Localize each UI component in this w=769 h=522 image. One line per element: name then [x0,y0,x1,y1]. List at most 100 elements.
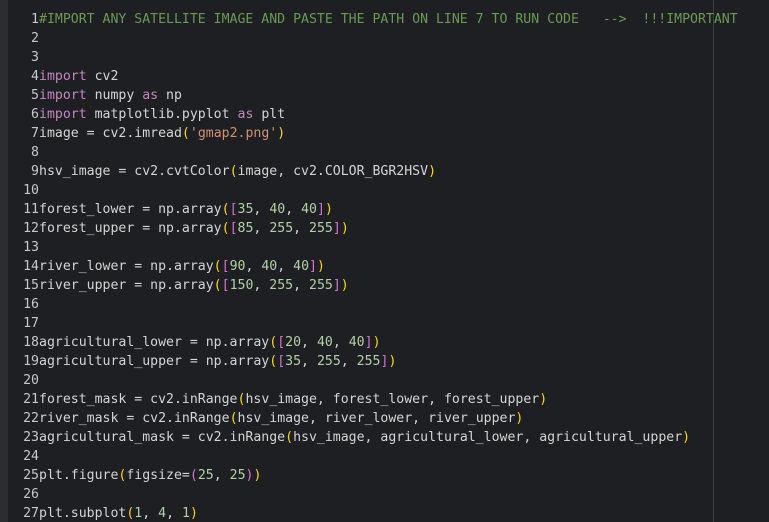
code-token: ( [285,430,294,445]
code-line[interactable]: 8 [10,143,738,162]
code-line[interactable]: 2 [10,29,738,48]
line-text[interactable]: import matplotlib.pyplot as plt [39,107,285,122]
code-token: ) [428,164,437,179]
code-token: ( [269,335,278,350]
code-line[interactable]: 19agricultural_upper = np.array([35, 255… [10,352,738,371]
code-token: [ [277,335,286,350]
code-token: 35 [237,202,254,217]
code-line[interactable]: 25plt.figure(figsize=(25, 25)) [10,466,738,485]
code-token: [ [277,354,286,369]
line-text[interactable]: image = cv2.imread('gmap2.png') [39,126,285,141]
code-line[interactable]: 10 [10,181,738,200]
line-text[interactable]: forest_upper = np.array([85, 255, 255]) [39,221,349,236]
code-token: 1 [181,506,190,521]
line-number: 12 [23,221,39,236]
line-text[interactable]: river_lower = np.array([90, 40, 40]) [39,259,325,274]
code-token: hsv_image, forest_lower, forest_upper [245,392,540,407]
code-line[interactable]: 4import cv2 [10,67,738,86]
line-text[interactable]: agricultural_mask = cv2.inRange(hsv_imag… [39,430,690,445]
code-line[interactable]: 20 [10,371,738,390]
code-token: matplotlib.pyplot [86,107,238,122]
code-token: forest_lower = np.array [39,202,222,217]
code-line[interactable]: 1#IMPORT ANY SATELLITE IMAGE AND PASTE T… [10,10,738,29]
line-number: 18 [23,335,39,350]
code-token: 150 [229,278,254,293]
line-text[interactable]: agricultural_upper = np.array([35, 255, … [39,354,396,369]
code-token: [ [229,202,238,217]
code-editor[interactable]: 1 #IMPORT ANY SATELLITE IMAGE AND PASTE T… [0,0,769,522]
code-token: river_mask = cv2.inRange [39,411,230,426]
code-line[interactable]: 26 [10,485,738,504]
code-token: , [253,202,270,217]
code-token: 255 [269,278,294,293]
code-token: ) [189,506,198,521]
code-token: plt.figure [39,468,119,483]
code-token: 255 [356,354,381,369]
line-text[interactable]: river_mask = cv2.inRange(hsv_image, rive… [39,411,523,426]
code-token: , [166,506,182,521]
code-line[interactable]: 14river_lower = np.array([90, 40, 40]) [10,257,738,276]
code-line[interactable]: 5import numpy as np [10,86,738,105]
code-token: [ [221,259,230,274]
line-text[interactable]: forest_lower = np.array([35, 40, 40]) [39,202,333,217]
code-line[interactable]: 3 [10,48,738,67]
code-line[interactable]: 24 [10,447,738,466]
line-text[interactable]: river_upper = np.array([150, 255, 255]) [39,278,349,293]
line-text[interactable]: hsv_image = cv2.cvtColor(image, cv2.COLO… [39,164,436,179]
code-line[interactable]: 27plt.subplot(1, 4, 1) [10,504,738,522]
code-line[interactable]: 11forest_lower = np.array([35, 40, 40]) [10,200,738,219]
code-token: hsv_image, river_lower, river_upper [237,411,516,426]
code-token: ) [515,411,524,426]
code-token: ] [316,202,325,217]
code-token: import [39,107,87,122]
code-token: ) [324,202,333,217]
code-token: as [237,107,254,122]
code-token: ] [364,335,373,350]
code-token: , [253,278,270,293]
code-token: , [277,259,294,274]
line-number: 6 [31,107,39,122]
code-line[interactable]: 7image = cv2.imread('gmap2.png') [10,124,738,143]
code-token: ] [332,221,341,236]
code-line[interactable]: 12forest_upper = np.array([85, 255, 255]… [10,219,738,238]
code-line[interactable]: 23agricultural_mask = cv2.inRange(hsv_im… [10,428,738,447]
code-token: 40 [348,335,365,350]
code-line[interactable]: 17 [10,314,738,333]
line-text[interactable]: import cv2 [39,69,118,84]
line-text[interactable]: forest_mask = cv2.inRange(hsv_image, for… [39,392,547,407]
code-token: numpy [86,88,143,103]
code-line[interactable]: 16 [10,295,738,314]
code-token: ] [309,259,317,274]
code-line[interactable]: 22river_mask = cv2.inRange(hsv_image, ri… [10,409,738,428]
code-token: ) [539,392,548,407]
code-token: import [39,88,87,103]
line-text[interactable]: import numpy as np [39,88,182,103]
line-text[interactable]: #IMPORT ANY SATELLITE IMAGE AND PASTE TH… [39,12,738,27]
code-token: ( [229,164,238,179]
code-line[interactable]: 21forest_mask = cv2.inRange(hsv_image, f… [10,390,738,409]
code-line[interactable]: 9hsv_image = cv2.cvtColor(image, cv2.COL… [10,162,738,181]
line-text[interactable]: agricultural_lower = np.array([20, 40, 4… [39,335,381,350]
line-text[interactable]: plt.subplot(1, 4, 1) [39,506,198,521]
code-token: import [39,69,87,84]
code-token: , [245,259,262,274]
code-lines[interactable]: 1 #IMPORT ANY SATELLITE IMAGE AND PASTE T… [10,10,738,522]
code-line[interactable]: 18agricultural_lower = np.array([20, 40,… [10,333,738,352]
line-number: 15 [23,278,39,293]
code-token: 85 [237,221,254,236]
code-token: ( [181,126,190,141]
code-line[interactable]: 6import matplotlib.pyplot as plt [10,105,738,124]
code-line[interactable]: 13 [10,238,738,257]
code-token: np [158,88,182,103]
line-number: 19 [23,354,39,369]
line-text[interactable]: plt.figure(figsize=(25, 25)) [39,468,261,483]
line-number: 16 [23,297,39,312]
code-line[interactable]: 15river_upper = np.array([150, 255, 255]… [10,276,738,295]
code-token: 40 [316,335,333,350]
code-token: agricultural_lower = np.array [39,335,270,350]
code-token: ] [332,278,341,293]
code-token: ( [221,202,230,217]
line-number: 27 [23,506,39,521]
code-token: [ [221,278,230,293]
line-number: 4 [31,69,39,84]
